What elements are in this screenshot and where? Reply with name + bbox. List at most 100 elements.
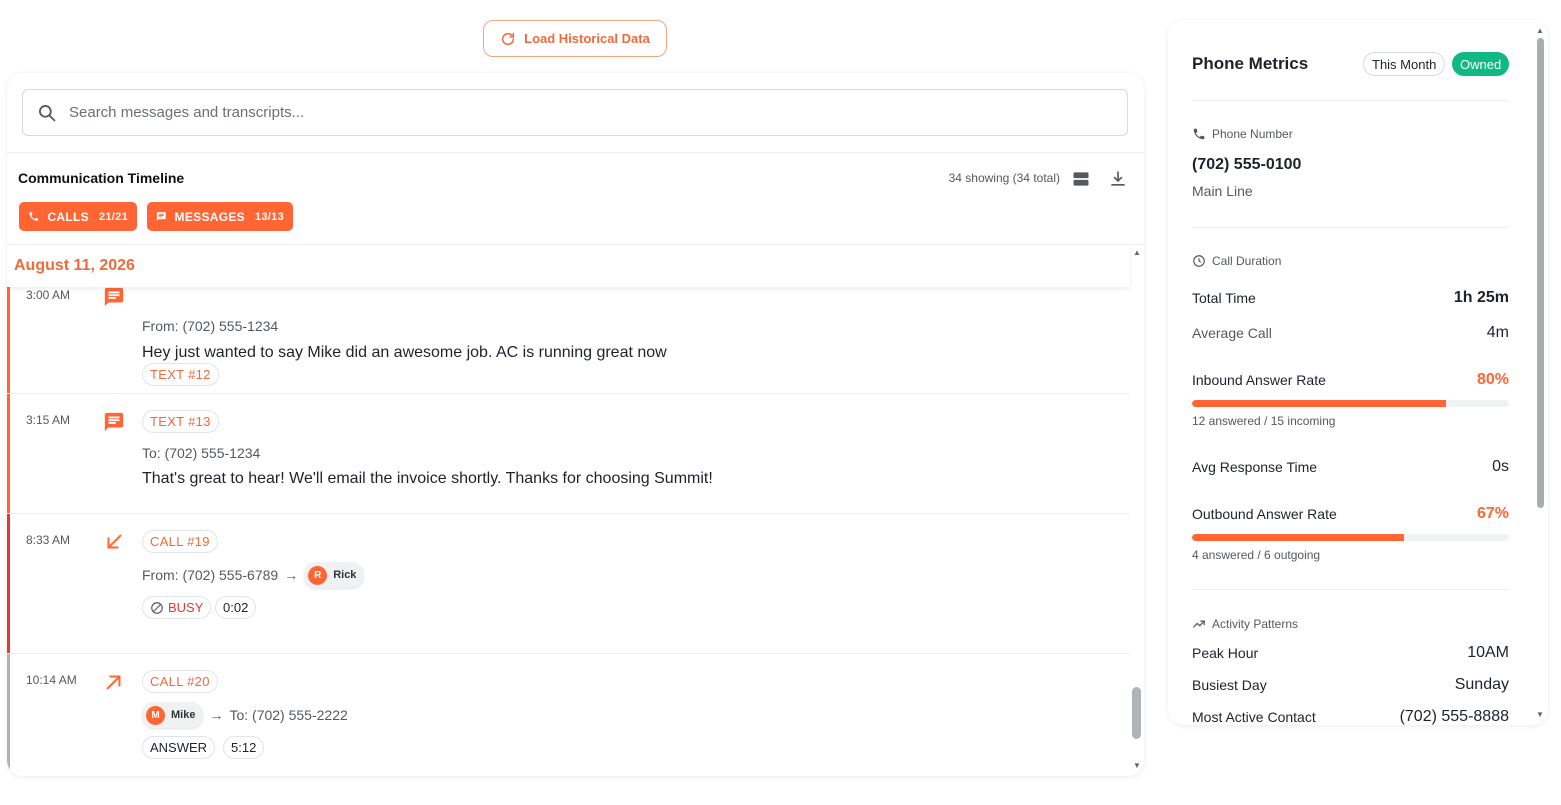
busiest-day-value: Sunday — [1454, 676, 1509, 693]
period-selector[interactable]: This Month — [1363, 52, 1446, 76]
status-badge: BUSY — [142, 596, 212, 619]
section-label: Call Duration — [1212, 254, 1282, 268]
phone-number-section-label: Phone Number — [1192, 127, 1293, 141]
search-icon — [39, 104, 56, 121]
entry-tag: TEXT #13 — [142, 410, 219, 433]
duration-badge: 0:02 — [215, 596, 257, 619]
entry-tag: CALL #20 — [142, 670, 218, 693]
message-icon — [156, 212, 166, 221]
most-active-contact-value: (702) 555-8888 — [1399, 708, 1509, 725]
divider — [7, 152, 1144, 153]
phone-icon — [29, 212, 39, 221]
divider — [1192, 227, 1509, 228]
view-rows-icon — [1073, 172, 1089, 186]
peak-hour-value: 10AM — [1467, 644, 1509, 661]
metrics-scrollbar-thumb[interactable] — [1537, 38, 1544, 508]
scroll-down-arrow[interactable]: ▼ — [1132, 761, 1142, 771]
average-call-value: 4m — [1486, 324, 1509, 341]
outbound-sub-label: 4 answered / 6 outgoing — [1192, 548, 1321, 562]
duration-badge: 5:12 — [223, 736, 265, 759]
section-label: Phone Number — [1212, 127, 1293, 141]
outbound-answer-rate-value: 67% — [1476, 505, 1509, 522]
entry-body: Hey just wanted to say Mike did an aweso… — [142, 344, 667, 361]
person-chip-rick[interactable]: R Rick — [304, 562, 365, 588]
status-badge: ANSWER — [142, 736, 216, 759]
busiest-day-label: Busiest Day — [1192, 677, 1267, 693]
messages-filter-count: 13/13 — [254, 210, 284, 223]
person-name: Rick — [333, 569, 357, 581]
entry-accent-bar — [7, 394, 10, 513]
calls-filter-chip[interactable]: CALLS 21/21 — [19, 202, 137, 231]
scrollbar-thumb[interactable] — [1132, 687, 1141, 739]
timeline-list[interactable]: August 11, 2026 3:00 AM TEXT #12 From: (… — [7, 245, 1144, 776]
scroll-up-arrow[interactable]: ▲ — [1132, 248, 1142, 258]
clock-icon — [1193, 255, 1205, 267]
outgoing-call-icon — [103, 671, 125, 693]
download-button[interactable] — [1107, 168, 1129, 190]
phone-icon — [1193, 128, 1205, 140]
timeline-entry[interactable]: 10:14 AM CALL #20 M Mike → To: (702) 555… — [7, 654, 1130, 776]
search-input[interactable] — [69, 104, 1069, 121]
avatar: R — [308, 565, 328, 585]
metrics-scroll-up-arrow[interactable]: ▲ — [1536, 26, 1544, 35]
refresh-icon — [502, 32, 515, 45]
trending-up-icon — [1193, 620, 1205, 628]
compact-view-button[interactable] — [1070, 168, 1092, 190]
messages-filter-chip[interactable]: MESSAGES 13/13 — [147, 202, 293, 231]
entry-from: From: (702) 555-6789 — [142, 567, 279, 583]
outbound-progress-fill — [1192, 534, 1405, 541]
outbound-answer-rate-label: Outbound Answer Rate — [1192, 506, 1337, 522]
most-active-contact-label: Most Active Contact — [1192, 709, 1316, 725]
load-historical-data-button[interactable]: Load Historical Data — [483, 20, 667, 57]
entry-tag: TEXT #12 — [142, 363, 219, 386]
entry-from: From: (702) 555-1234 — [142, 318, 279, 334]
entry-to: To: (702) 555-2222 — [229, 707, 348, 723]
inbound-progress-bar — [1192, 400, 1509, 407]
avg-response-label: Avg Response Time — [1192, 459, 1318, 475]
person-name: Mike — [171, 709, 196, 721]
entry-to: To: (702) 555-1234 — [142, 445, 261, 461]
entry-participants: M Mike → To: (702) 555-2222 — [142, 702, 348, 728]
inbound-progress-fill — [1192, 400, 1446, 407]
total-time-label: Total Time — [1192, 290, 1256, 306]
entry-body: That's great to hear! We'll email the in… — [142, 470, 713, 487]
date-header-label: August 11, 2026 — [14, 257, 135, 274]
entry-time: 3:15 AM — [26, 413, 71, 427]
metrics-scroll-down-arrow[interactable]: ▼ — [1536, 710, 1544, 719]
timeline-title: Communication Timeline — [18, 170, 185, 186]
arrow-icon: → — [209, 707, 224, 723]
section-label: Activity Patterns — [1212, 617, 1299, 631]
arrow-icon: → — [284, 567, 299, 583]
call-duration-section-label: Call Duration — [1192, 254, 1281, 268]
status-label: BUSY — [168, 600, 204, 615]
date-header: August 11, 2026 — [7, 245, 1130, 287]
message-icon — [103, 411, 125, 433]
entry-time: 10:14 AM — [26, 673, 77, 687]
entry-accent-bar — [7, 514, 10, 653]
calls-filter-label: CALLS — [47, 209, 89, 224]
message-icon — [103, 286, 125, 308]
entry-accent-bar — [7, 654, 10, 776]
avg-response-value: 0s — [1492, 458, 1509, 475]
ownership-badge: Owned — [1452, 52, 1510, 76]
inbound-answer-rate-label: Inbound Answer Rate — [1192, 372, 1326, 388]
person-chip-mike[interactable]: M Mike — [142, 702, 204, 728]
activity-patterns-section-label: Activity Patterns — [1192, 617, 1298, 631]
calls-filter-count: 21/21 — [98, 210, 128, 223]
outbound-progress-bar — [1192, 534, 1509, 541]
inbound-answer-rate-value: 80% — [1476, 371, 1509, 388]
average-call-label: Average Call — [1192, 325, 1272, 341]
blocked-icon — [151, 601, 163, 614]
phone-number: (702) 555-0100 — [1192, 156, 1302, 173]
metrics-title: Phone Metrics — [1192, 54, 1309, 73]
divider — [1192, 100, 1509, 101]
avatar: M — [146, 705, 165, 725]
entry-participants: From: (702) 555-6789 → R Rick — [142, 562, 365, 588]
total-time-value: 1h 25m — [1453, 289, 1509, 306]
entry-time: 8:33 AM — [26, 533, 71, 547]
download-icon — [1111, 171, 1125, 186]
timeline-entry[interactable]: 8:33 AM CALL #19 From: (702) 555-6789 → … — [7, 514, 1130, 654]
timeline-entry[interactable]: 3:15 AM TEXT #13 To: (702) 555-1234 That… — [7, 394, 1130, 514]
timeline-panel: Communication Timeline 34 showing (34 to… — [7, 73, 1144, 776]
search-box[interactable] — [22, 89, 1128, 136]
